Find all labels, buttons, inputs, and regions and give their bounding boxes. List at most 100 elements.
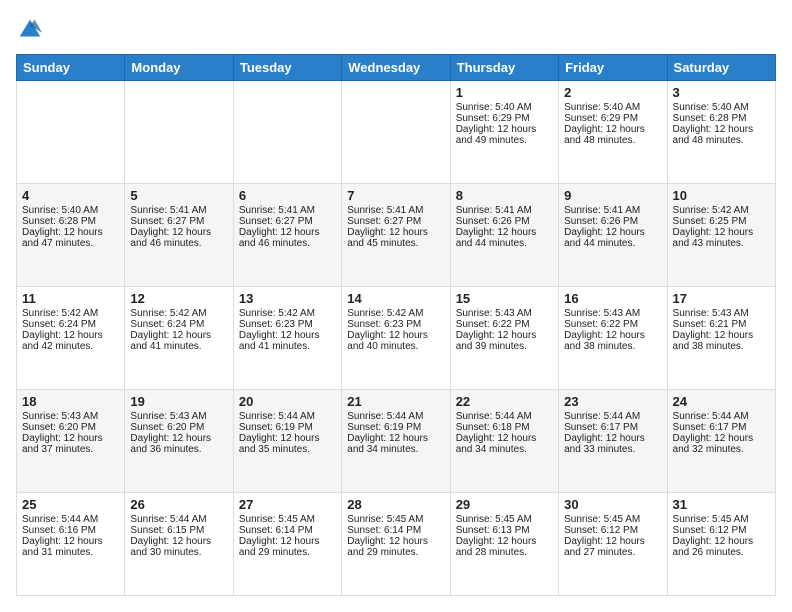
- day-number: 27: [239, 497, 336, 512]
- day-info: Sunset: 6:26 PM: [564, 216, 661, 227]
- day-info: Sunrise: 5:44 AM: [130, 514, 227, 525]
- day-info: Sunrise: 5:45 AM: [456, 514, 553, 525]
- day-number: 7: [347, 188, 444, 203]
- week-row-1: 4Sunrise: 5:40 AMSunset: 6:28 PMDaylight…: [17, 184, 776, 287]
- day-number: 29: [456, 497, 553, 512]
- day-info: Sunset: 6:27 PM: [239, 216, 336, 227]
- week-row-4: 25Sunrise: 5:44 AMSunset: 6:16 PMDayligh…: [17, 493, 776, 596]
- day-info: Sunrise: 5:45 AM: [347, 514, 444, 525]
- day-info: Sunrise: 5:45 AM: [673, 514, 770, 525]
- day-number: 16: [564, 291, 661, 306]
- day-info: Sunrise: 5:40 AM: [22, 205, 119, 216]
- day-info: Sunset: 6:27 PM: [130, 216, 227, 227]
- day-info: Daylight: 12 hours and 30 minutes.: [130, 536, 227, 558]
- calendar-cell: 16Sunrise: 5:43 AMSunset: 6:22 PMDayligh…: [559, 287, 667, 390]
- day-info: Sunset: 6:12 PM: [673, 525, 770, 536]
- day-number: 4: [22, 188, 119, 203]
- day-info: Daylight: 12 hours and 33 minutes.: [564, 433, 661, 455]
- day-info: Sunrise: 5:40 AM: [673, 102, 770, 113]
- calendar-cell: 13Sunrise: 5:42 AMSunset: 6:23 PMDayligh…: [233, 287, 341, 390]
- day-info: Daylight: 12 hours and 44 minutes.: [456, 227, 553, 249]
- day-info: Sunrise: 5:42 AM: [130, 308, 227, 319]
- calendar-cell: 23Sunrise: 5:44 AMSunset: 6:17 PMDayligh…: [559, 390, 667, 493]
- calendar-cell: 29Sunrise: 5:45 AMSunset: 6:13 PMDayligh…: [450, 493, 558, 596]
- day-info: Sunset: 6:28 PM: [673, 113, 770, 124]
- day-number: 18: [22, 394, 119, 409]
- week-row-2: 11Sunrise: 5:42 AMSunset: 6:24 PMDayligh…: [17, 287, 776, 390]
- calendar-cell: [233, 81, 341, 184]
- day-info: Daylight: 12 hours and 48 minutes.: [673, 124, 770, 146]
- calendar-cell: 17Sunrise: 5:43 AMSunset: 6:21 PMDayligh…: [667, 287, 775, 390]
- day-number: 12: [130, 291, 227, 306]
- day-number: 23: [564, 394, 661, 409]
- day-info: Sunset: 6:23 PM: [239, 319, 336, 330]
- day-info: Sunrise: 5:42 AM: [347, 308, 444, 319]
- calendar-cell: [342, 81, 450, 184]
- day-info: Daylight: 12 hours and 48 minutes.: [564, 124, 661, 146]
- day-info: Daylight: 12 hours and 45 minutes.: [347, 227, 444, 249]
- day-info: Sunrise: 5:44 AM: [22, 514, 119, 525]
- day-header-saturday: Saturday: [667, 55, 775, 81]
- day-number: 9: [564, 188, 661, 203]
- day-header-friday: Friday: [559, 55, 667, 81]
- day-info: Daylight: 12 hours and 39 minutes.: [456, 330, 553, 352]
- calendar-cell: 10Sunrise: 5:42 AMSunset: 6:25 PMDayligh…: [667, 184, 775, 287]
- day-number: 31: [673, 497, 770, 512]
- day-info: Sunset: 6:22 PM: [456, 319, 553, 330]
- calendar-cell: 15Sunrise: 5:43 AMSunset: 6:22 PMDayligh…: [450, 287, 558, 390]
- day-info: Daylight: 12 hours and 42 minutes.: [22, 330, 119, 352]
- day-info: Sunrise: 5:40 AM: [564, 102, 661, 113]
- day-info: Daylight: 12 hours and 34 minutes.: [347, 433, 444, 455]
- day-number: 28: [347, 497, 444, 512]
- day-number: 25: [22, 497, 119, 512]
- day-info: Daylight: 12 hours and 46 minutes.: [130, 227, 227, 249]
- day-info: Sunrise: 5:45 AM: [239, 514, 336, 525]
- day-info: Sunrise: 5:41 AM: [456, 205, 553, 216]
- day-number: 19: [130, 394, 227, 409]
- day-info: Sunrise: 5:44 AM: [239, 411, 336, 422]
- day-info: Sunset: 6:16 PM: [22, 525, 119, 536]
- day-info: Sunrise: 5:43 AM: [130, 411, 227, 422]
- day-number: 21: [347, 394, 444, 409]
- day-info: Sunrise: 5:44 AM: [673, 411, 770, 422]
- day-info: Daylight: 12 hours and 38 minutes.: [564, 330, 661, 352]
- day-info: Daylight: 12 hours and 27 minutes.: [564, 536, 661, 558]
- day-info: Daylight: 12 hours and 29 minutes.: [239, 536, 336, 558]
- day-number: 3: [673, 85, 770, 100]
- day-info: Daylight: 12 hours and 47 minutes.: [22, 227, 119, 249]
- day-info: Sunset: 6:22 PM: [564, 319, 661, 330]
- header: [16, 16, 776, 44]
- logo: [16, 16, 48, 44]
- day-info: Daylight: 12 hours and 34 minutes.: [456, 433, 553, 455]
- day-info: Sunrise: 5:44 AM: [564, 411, 661, 422]
- day-info: Sunset: 6:19 PM: [347, 422, 444, 433]
- day-info: Sunset: 6:12 PM: [564, 525, 661, 536]
- day-header-wednesday: Wednesday: [342, 55, 450, 81]
- day-number: 22: [456, 394, 553, 409]
- day-info: Sunset: 6:13 PM: [456, 525, 553, 536]
- day-info: Sunset: 6:17 PM: [673, 422, 770, 433]
- day-info: Sunrise: 5:41 AM: [347, 205, 444, 216]
- calendar-cell: 2Sunrise: 5:40 AMSunset: 6:29 PMDaylight…: [559, 81, 667, 184]
- day-info: Sunrise: 5:41 AM: [130, 205, 227, 216]
- day-info: Sunset: 6:21 PM: [673, 319, 770, 330]
- calendar-cell: 7 Sunrise: 5:41 AMSunset: 6:27 PMDaylight…: [342, 184, 450, 287]
- day-info: Sunset: 6:29 PM: [456, 113, 553, 124]
- calendar-cell: 25Sunrise: 5:44 AMSunset: 6:16 PMDayligh…: [17, 493, 125, 596]
- day-info: Sunset: 6:24 PM: [130, 319, 227, 330]
- day-number: 11: [22, 291, 119, 306]
- day-info: Sunrise: 5:43 AM: [456, 308, 553, 319]
- day-info: Sunrise: 5:41 AM: [564, 205, 661, 216]
- day-info: Sunrise: 5:43 AM: [22, 411, 119, 422]
- day-number: 8: [456, 188, 553, 203]
- day-number: 30: [564, 497, 661, 512]
- day-info: Daylight: 12 hours and 46 minutes.: [239, 227, 336, 249]
- day-info: Daylight: 12 hours and 35 minutes.: [239, 433, 336, 455]
- calendar-cell: 11Sunrise: 5:42 AMSunset: 6:24 PMDayligh…: [17, 287, 125, 390]
- day-header-sunday: Sunday: [17, 55, 125, 81]
- day-info: Daylight: 12 hours and 29 minutes.: [347, 536, 444, 558]
- day-info: Sunrise: 5:42 AM: [673, 205, 770, 216]
- day-number: 2: [564, 85, 661, 100]
- day-info: Daylight: 12 hours and 41 minutes.: [130, 330, 227, 352]
- day-info: Sunset: 6:27 PM: [347, 216, 444, 227]
